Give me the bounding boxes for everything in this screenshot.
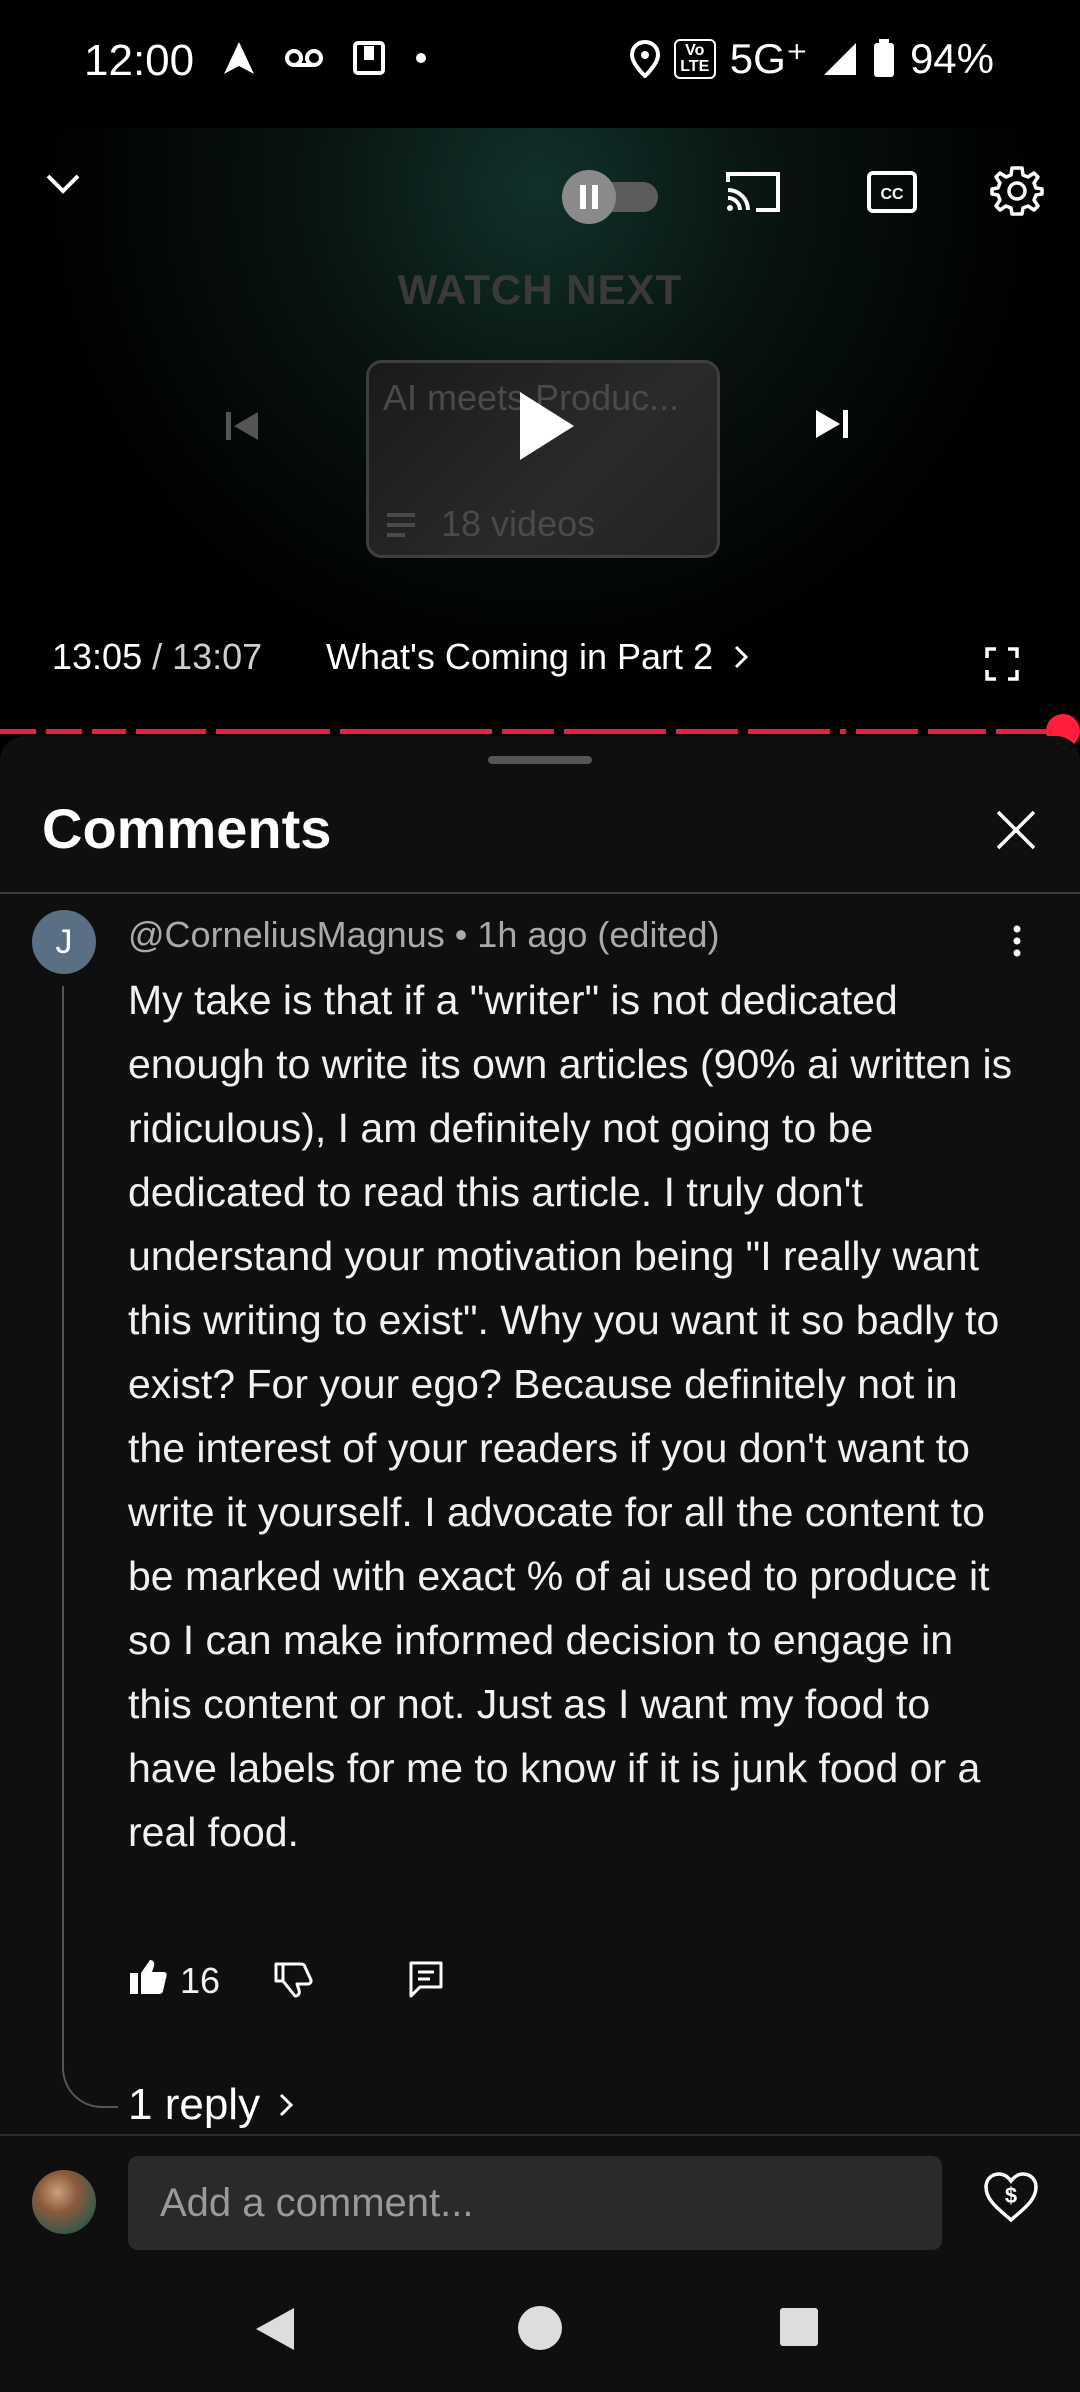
captions-button[interactable]: CC [866, 170, 918, 219]
next-button[interactable] [812, 404, 852, 449]
user-avatar[interactable] [32, 2170, 96, 2234]
nav-recents-button[interactable] [778, 2306, 820, 2353]
time-separator: / [142, 636, 173, 677]
signal-icon [823, 42, 856, 75]
chapter-marker [36, 729, 46, 734]
thumbs-up-icon [130, 1960, 167, 1994]
skip-previous-icon [226, 412, 258, 440]
gear-icon [990, 166, 1044, 216]
recents-square-icon [780, 2308, 818, 2346]
comments-title: Comments [42, 797, 332, 860]
status-left-icons [222, 40, 428, 76]
comment-meta: @CorneliusMagnus • 1h ago (edited) [128, 914, 719, 956]
chapter-link[interactable]: What's Coming in Part 2 [326, 636, 749, 678]
nav-home-button[interactable] [516, 2304, 564, 2357]
settings-button[interactable] [990, 164, 1044, 223]
progress-bar[interactable] [0, 729, 1064, 734]
status-bar: 12:00 Vo LTE 5G⁺ 94% [0, 0, 1080, 128]
chapter-marker [492, 729, 502, 734]
close-icon [996, 810, 1036, 850]
cast-button[interactable] [724, 168, 782, 221]
fullscreen-button[interactable] [984, 646, 1020, 687]
dislike-button[interactable] [274, 1960, 314, 2003]
chapter-title: What's Coming in Part 2 [326, 636, 714, 677]
autoplay-toggle[interactable] [562, 170, 658, 224]
toggle-knob [562, 170, 616, 224]
time-display: 13:05 / 13:07 [52, 636, 262, 678]
replies-label: 1 reply [128, 2080, 261, 2129]
chevron-right-icon [734, 645, 749, 669]
battery-level: 94% [909, 34, 994, 82]
divider [0, 892, 1080, 894]
comment-text: My take is that if a "writer" is not ded… [128, 977, 1013, 1855]
svg-text:CC: CC [880, 186, 904, 203]
home-circle-icon [518, 2306, 562, 2350]
playlist-icon [387, 513, 415, 537]
avatar[interactable]: J [32, 910, 96, 974]
super-thanks-button[interactable]: $ [982, 2170, 1040, 2229]
dot-icon [416, 53, 426, 63]
comment-time: • 1h ago (edited) [444, 914, 720, 955]
chapter-marker [830, 729, 840, 734]
fullscreen-icon [985, 647, 1019, 681]
replies-link[interactable]: 1 reply [128, 2080, 294, 2130]
play-button[interactable] [516, 390, 576, 467]
drag-handle[interactable] [488, 756, 592, 764]
comment-author[interactable]: @CorneliusMagnus [128, 914, 445, 955]
svg-text:$: $ [1005, 2183, 1017, 2208]
pause-icon [580, 185, 598, 209]
reply-icon [409, 1961, 443, 1998]
chapter-marker [126, 729, 136, 734]
collapse-button[interactable] [40, 160, 86, 211]
cast-icon [726, 172, 780, 212]
nav-back-button[interactable] [254, 2306, 296, 2357]
like-button[interactable] [128, 1958, 168, 2001]
play-icon [520, 392, 574, 460]
thumbs-down-icon [274, 1962, 313, 1998]
navigation-arrow-icon [224, 42, 254, 74]
chapter-marker [330, 729, 340, 734]
reader-icon [353, 41, 385, 75]
chapter-marker [986, 729, 996, 734]
back-triangle-icon [256, 2308, 294, 2350]
voicemail-icon [285, 49, 323, 67]
watch-next-label: WATCH NEXT [397, 266, 683, 313]
chapter-marker [666, 729, 676, 734]
status-right: Vo LTE 5G⁺ 94% [629, 34, 994, 83]
chevron-down-icon [46, 174, 80, 194]
status-time: 12:00 [84, 36, 195, 85]
chevron-right-icon [280, 2093, 294, 2117]
chapter-marker [82, 729, 92, 734]
thread-line [62, 986, 118, 2108]
chapter-marker [918, 729, 928, 734]
previous-button[interactable] [222, 406, 262, 451]
skip-next-icon [816, 410, 848, 438]
like-count: 16 [180, 1960, 221, 2001]
chapter-marker [738, 729, 748, 734]
duration: 13:07 [172, 636, 263, 677]
close-button[interactable] [994, 808, 1038, 857]
chapter-marker [554, 729, 564, 734]
volte-badge: Vo LTE [673, 38, 716, 79]
kebab-icon [1013, 925, 1021, 957]
chapter-marker [846, 729, 856, 734]
more-button[interactable] [1010, 924, 1024, 963]
network-label: 5G⁺ [729, 35, 808, 82]
playlist-count: 18 videos [441, 503, 596, 544]
comment-input[interactable] [128, 2156, 942, 2250]
super-thanks-icon: $ [984, 2172, 1038, 2223]
location-icon [629, 39, 660, 78]
reply-button[interactable] [408, 1960, 444, 2005]
cc-icon: CC [867, 171, 917, 213]
current-time: 13:05 [52, 636, 143, 677]
battery-icon [873, 38, 894, 77]
chapter-marker [206, 729, 216, 734]
